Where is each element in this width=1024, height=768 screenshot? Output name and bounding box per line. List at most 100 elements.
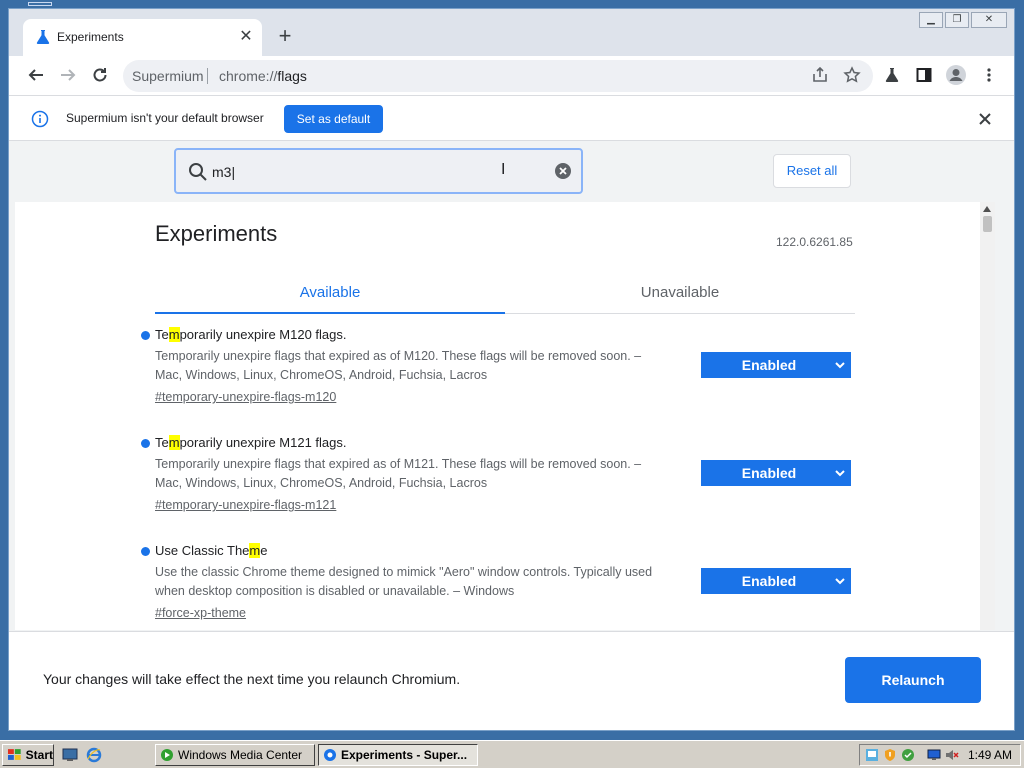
set-as-default-button[interactable]: Set as default [284,105,383,133]
flag-description: Temporarily unexpire flags that expired … [155,349,642,382]
tab-experiments[interactable]: Experiments ✕ [23,19,262,56]
flag-permalink[interactable]: #force-xp-theme [155,606,246,620]
back-button[interactable] [23,62,49,88]
omnibox-separator [207,68,208,84]
tab-strip: Experiments ✕ + ▁ ❐ ✕ [9,9,1014,56]
modified-dot [141,331,150,340]
share-icon [813,66,827,82]
media-center-icon [161,749,173,761]
flag-item: Temporarily unexpire M120 flags. Tempora… [141,327,861,427]
site-chip: Supermium [132,68,204,84]
update-icon[interactable] [901,748,915,762]
new-tab-button[interactable]: + [274,25,296,48]
internet-explorer-icon[interactable] [86,747,102,763]
infobar-message: Supermium isn't your default browser [66,111,264,125]
flag-state-value: Enabled [741,573,797,589]
flag-state-select[interactable]: Enabled [701,460,851,486]
browser-window: Experiments ✕ + ▁ ❐ ✕ Supermium chrome:/… [8,8,1015,731]
scroll-thumb[interactable] [983,216,992,232]
url-scheme: chrome:// [219,68,278,84]
search-header: m3| I Reset all [9,141,1014,201]
flag-item: Temporarily unexpire M121 flags. Tempora… [141,435,861,535]
restore-button[interactable]: ❐ [945,12,969,28]
modified-dot [141,439,150,448]
flag-description: Temporarily unexpire flags that expired … [155,457,642,490]
network-status-icon[interactable] [865,748,879,762]
flag-state-select[interactable]: Enabled [701,568,851,594]
task-label: Experiments - Super... [341,748,468,762]
reload-icon [93,68,107,82]
monitor-icon[interactable] [927,748,941,762]
flag-permalink[interactable]: #temporary-unexpire-flags-m120 [155,390,336,404]
flag-name: Temporarily unexpire M120 flags. [155,327,347,342]
close-window-button[interactable]: ✕ [971,12,1007,28]
close-icon[interactable] [976,110,994,128]
forward-button[interactable] [55,62,81,88]
search-query: m3| [212,164,236,180]
url-text: chrome://flags [219,68,307,84]
flag-search-input[interactable]: m3| I [174,148,583,194]
flag-state-value: Enabled [741,465,797,481]
text-cursor-icon: I [501,161,506,178]
flag-description: Use the classic Chrome theme designed to… [155,565,653,598]
start-label: Start [25,748,53,762]
back-arrow-icon [28,69,43,81]
flag-state-value: Enabled [741,357,797,373]
tab-close-icon[interactable]: ✕ [236,27,256,47]
relaunch-footer: Your changes will take effect the next t… [9,631,1014,730]
volume-muted-icon[interactable] [945,748,959,762]
flags-page: m3| I Reset all Experiments 122.0.6261.8… [9,141,1014,631]
profile-button[interactable] [943,62,969,88]
show-desktop-icon[interactable] [62,747,78,763]
flag-name: Use Classic Theme [155,543,268,558]
taskbar-item-experiments[interactable]: Experiments - Super... [318,744,478,766]
search-icon [189,163,207,181]
scroll-up-icon[interactable] [983,206,991,212]
flag-item: Use Classic Theme Use the classic Chrome… [141,543,861,630]
tab-available[interactable]: Available [155,278,505,314]
kebab-menu-icon [987,68,991,82]
search-value: m3 [212,164,232,180]
forward-arrow-icon [61,69,76,81]
task-label: Windows Media Center [178,748,303,762]
menu-button[interactable] [976,62,1002,88]
window-controls: ▁ ❐ ✕ [919,12,1007,28]
page-title: Experiments [155,221,278,246]
reload-button[interactable] [87,62,113,88]
desktop-background [0,0,1024,8]
flag-state-select[interactable]: Enabled [701,352,851,378]
flag-name: Temporarily unexpire M121 flags. [155,435,347,450]
info-icon [31,110,49,128]
relaunch-message: Your changes will take effect the next t… [43,671,461,687]
relaunch-button[interactable]: Relaunch [845,657,981,703]
star-icon [843,66,861,83]
tab-title: Experiments [57,30,124,44]
version-label: 122.0.6261.85 [776,235,853,249]
bookmark-button[interactable] [839,62,865,88]
chevron-down-icon [835,470,845,477]
url-path: flags [277,68,307,84]
desktop-icon[interactable] [28,2,52,6]
labs-button[interactable] [879,62,905,88]
vertical-scrollbar[interactable] [980,202,995,630]
flag-tabs: Available Unavailable [155,278,855,314]
start-button[interactable]: Start [2,744,54,766]
taskbar: Start Windows Media Center Experiments -… [0,740,1024,768]
tab-unavailable[interactable]: Unavailable [505,278,855,314]
side-panel-button[interactable] [911,62,937,88]
reset-all-button[interactable]: Reset all [773,154,851,188]
taskbar-item-media-center[interactable]: Windows Media Center [155,744,315,766]
address-bar[interactable]: Supermium chrome://flags [123,60,873,92]
windows-logo-icon [7,749,21,760]
share-button[interactable] [807,62,833,88]
minimize-button[interactable]: ▁ [919,12,943,28]
browser-icon [324,749,336,761]
clock[interactable]: 1:49 AM [968,748,1012,762]
avatar-icon [946,65,966,85]
system-tray: 1:49 AM [859,744,1021,766]
flask-icon [36,30,50,44]
clear-search-icon[interactable] [554,162,572,180]
side-panel-icon [916,68,932,82]
security-shield-icon[interactable] [883,748,897,762]
flag-permalink[interactable]: #temporary-unexpire-flags-m121 [155,498,336,512]
